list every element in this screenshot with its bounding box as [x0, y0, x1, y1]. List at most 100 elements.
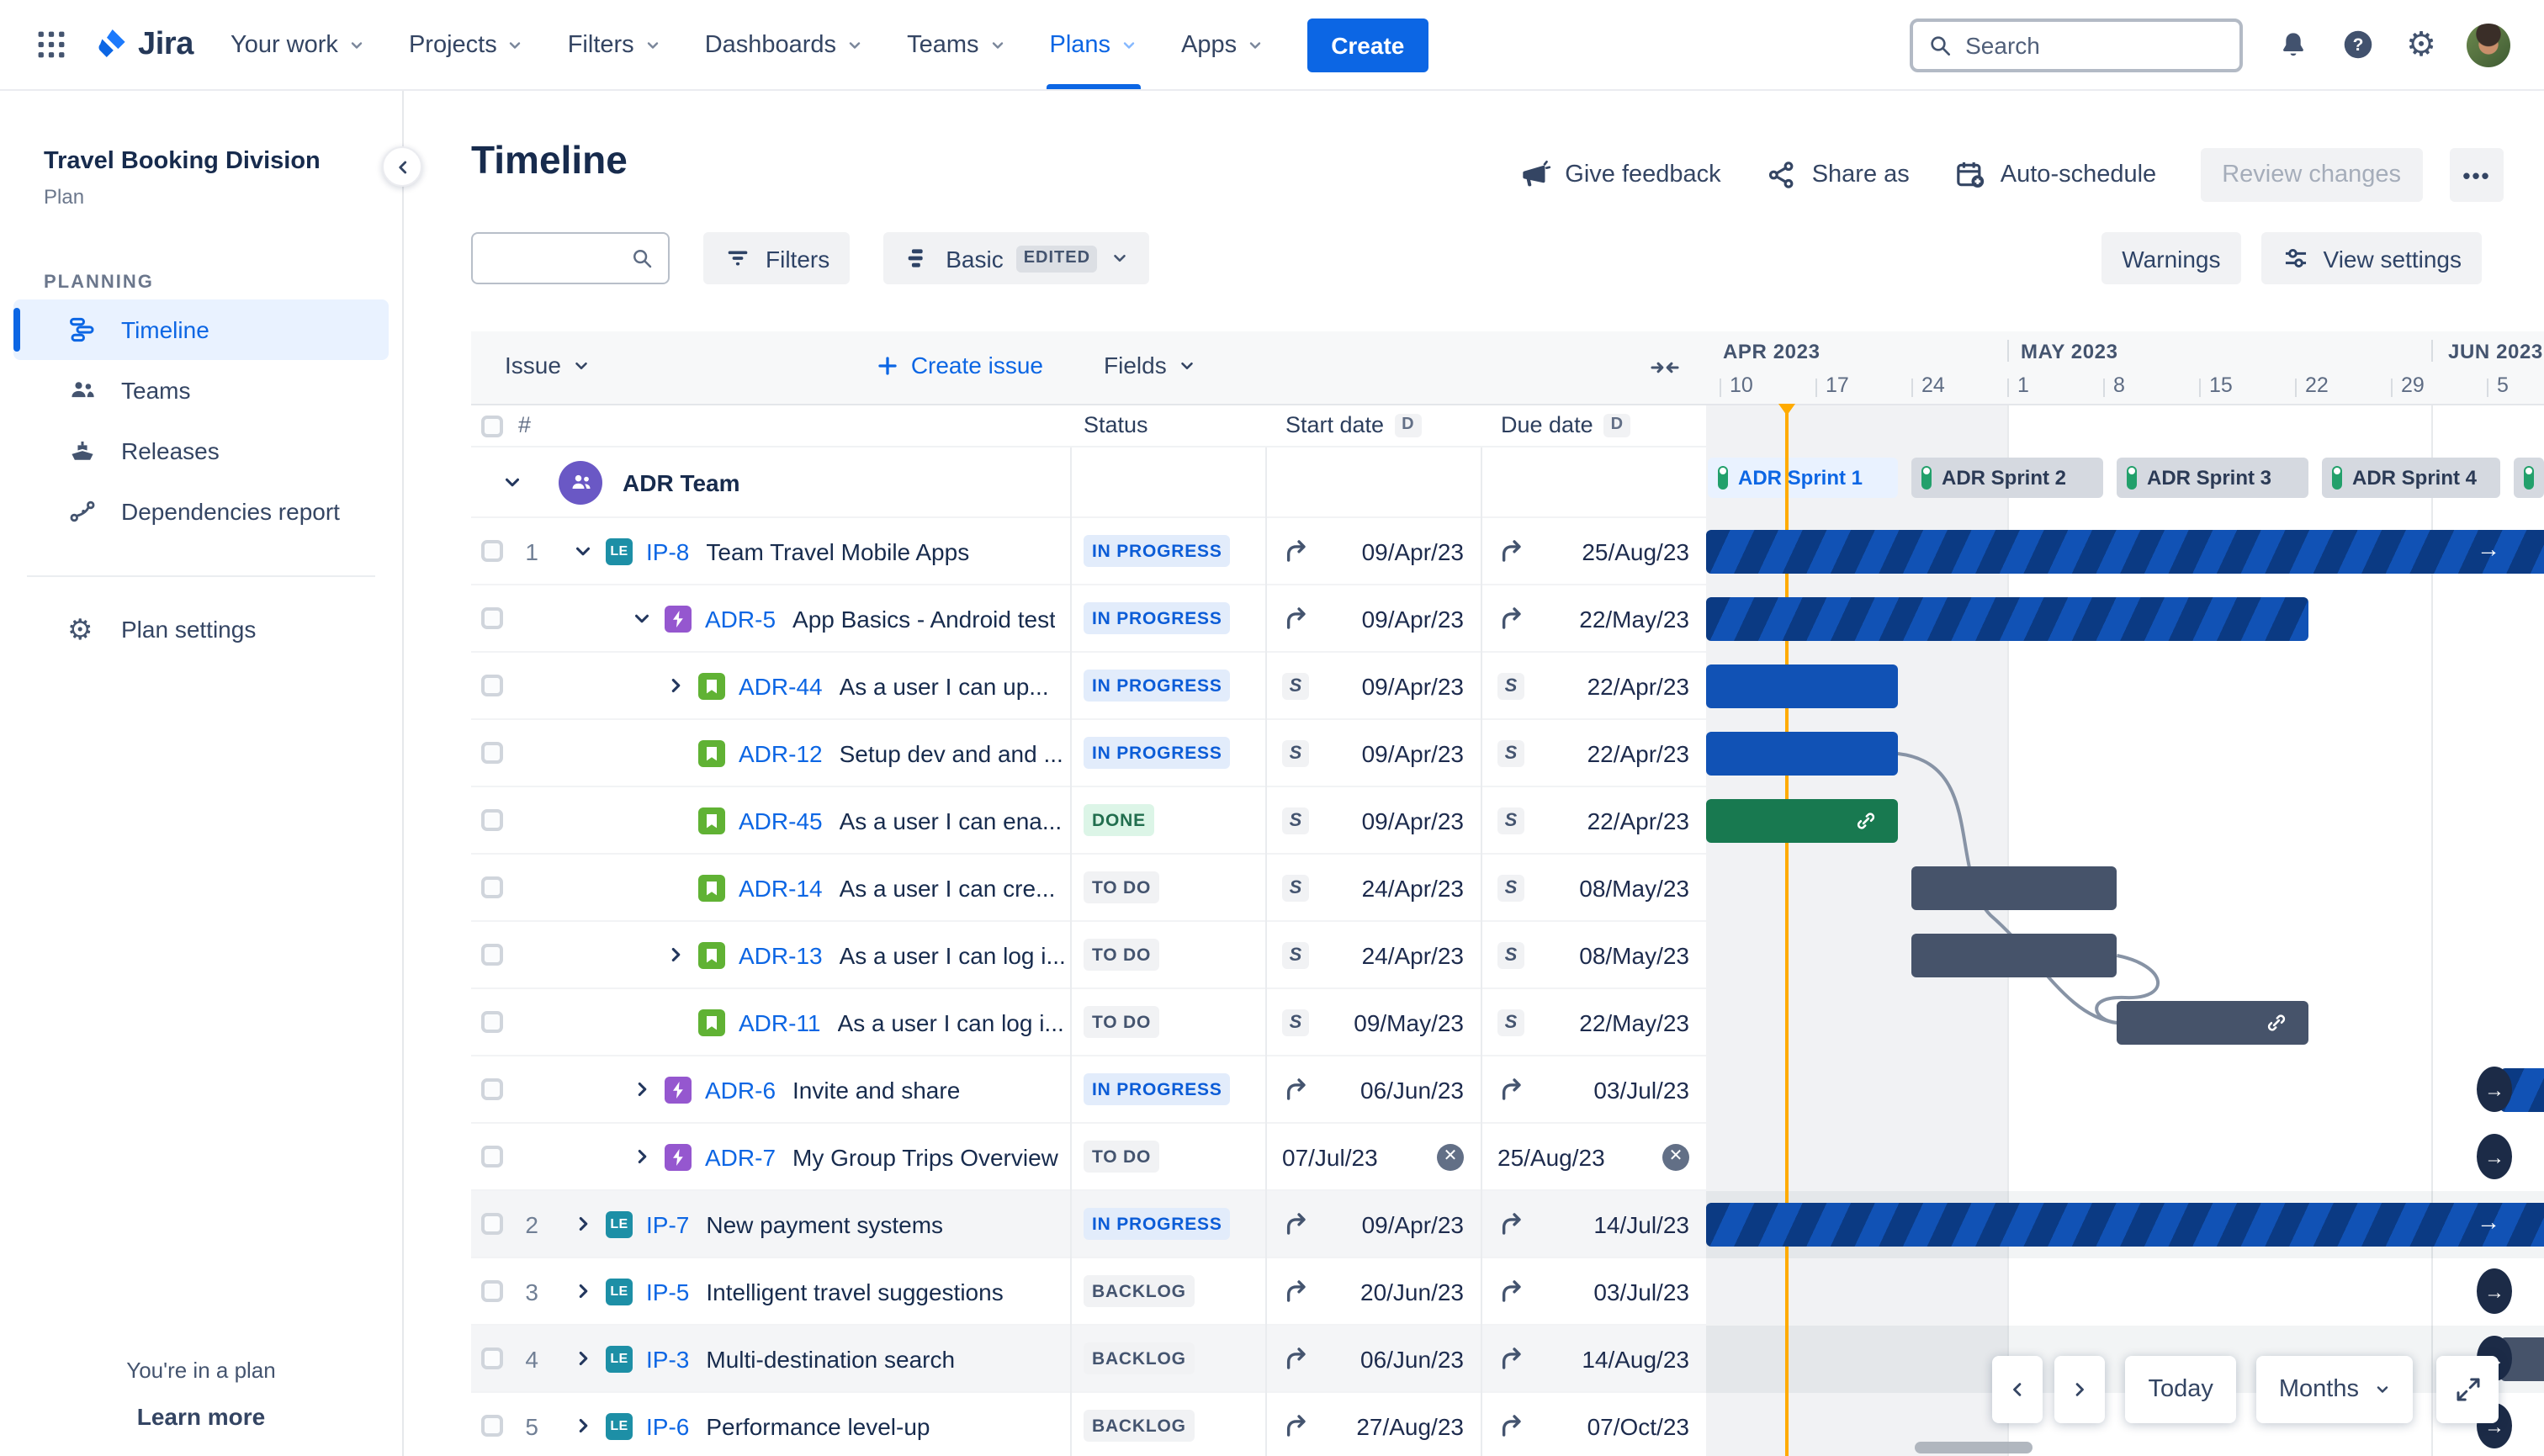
gantt-bar-ip-7[interactable]: → — [1706, 1203, 2544, 1247]
issue-key-link[interactable]: ADR-7 — [705, 1143, 776, 1170]
issue-key-link[interactable]: IP-8 — [646, 537, 689, 564]
remove-date-icon[interactable]: ✕ — [1662, 1143, 1689, 1170]
nav-item-your-work[interactable]: Your work — [231, 0, 365, 89]
gantt-bar-adr-14[interactable] — [1911, 866, 2117, 910]
sprint-chip[interactable]: ADR Sprint 2 — [1911, 458, 2103, 498]
sidebar-item-timeline[interactable]: Timeline — [13, 299, 389, 360]
row-checkbox[interactable] — [481, 1415, 503, 1437]
view-mode-button[interactable]: Basic EDITED — [883, 232, 1150, 284]
review-changes-button[interactable]: Review changes — [2200, 148, 2423, 202]
learn-more-link[interactable]: Learn more — [0, 1402, 402, 1429]
issue-key-link[interactable]: ADR-14 — [739, 874, 823, 901]
chevron-down-icon[interactable] — [628, 605, 655, 632]
nav-item-dashboards[interactable]: Dashboards — [705, 0, 863, 89]
issue-key-link[interactable]: ADR-6 — [705, 1076, 776, 1103]
sprint-chip[interactable]: ADR Sprint 5 — [2514, 458, 2544, 498]
row-checkbox[interactable] — [481, 809, 503, 831]
today-button[interactable]: Today — [2124, 1355, 2237, 1422]
chevron-down-icon[interactable] — [498, 469, 525, 495]
search-input[interactable] — [1965, 31, 2227, 58]
sprint-chip[interactable]: ADR Sprint 4 — [2322, 458, 2500, 498]
give-feedback-button[interactable]: Give feedback — [1518, 158, 1721, 192]
offscreen-indicator[interactable]: → — [2477, 1268, 2512, 1314]
sidebar-collapse-button[interactable] — [382, 146, 422, 187]
gantt-bar-adr-5[interactable] — [1706, 597, 2309, 641]
notifications-icon[interactable] — [2276, 28, 2310, 61]
chevron-right-icon[interactable] — [569, 1412, 596, 1439]
row-checkbox[interactable] — [481, 876, 503, 898]
zoom-level-dropdown[interactable]: Months — [2256, 1355, 2413, 1422]
nav-item-filters[interactable]: Filters — [568, 0, 661, 89]
auto-schedule-button[interactable]: Auto-schedule — [1953, 158, 2156, 192]
horizontal-scrollbar[interactable] — [1915, 1441, 2033, 1453]
issue-key-link[interactable]: IP-3 — [646, 1345, 689, 1372]
row-checkbox[interactable] — [481, 1347, 503, 1369]
help-icon[interactable]: ? — [2340, 27, 2376, 62]
create-issue-button[interactable]: Create issue — [876, 352, 1043, 379]
row-checkbox[interactable] — [481, 1011, 503, 1033]
chevron-right-icon[interactable] — [569, 1210, 596, 1237]
chevron-right-icon[interactable] — [569, 1278, 596, 1305]
nav-item-apps[interactable]: Apps — [1181, 0, 1264, 89]
global-search[interactable] — [1910, 18, 2244, 71]
sidebar-item-dependencies-report[interactable]: Dependencies report — [13, 481, 389, 542]
sprint-chip[interactable]: ADR Sprint 1 — [1708, 458, 1898, 498]
row-checkbox[interactable] — [481, 540, 503, 562]
issue-key-link[interactable]: ADR-45 — [739, 807, 823, 834]
row-checkbox[interactable] — [481, 675, 503, 696]
sprint-chip[interactable]: ADR Sprint 3 — [2117, 458, 2308, 498]
chevron-right-icon[interactable] — [661, 941, 688, 968]
row-checkbox[interactable] — [481, 1280, 503, 1302]
collapse-fields-icon[interactable] — [1649, 352, 1681, 384]
remove-date-icon[interactable]: ✕ — [1437, 1143, 1464, 1170]
sidebar-item-teams[interactable]: Teams — [13, 360, 389, 421]
issue-key-link[interactable]: ADR-5 — [705, 605, 776, 632]
gantt-bar-adr-44[interactable] — [1706, 664, 1898, 708]
fields-dropdown[interactable]: Fields — [1104, 352, 1197, 379]
chevron-right-icon[interactable] — [628, 1143, 655, 1170]
issue-key-link[interactable]: ADR-44 — [739, 672, 823, 699]
nav-item-teams[interactable]: Teams — [907, 0, 1005, 89]
row-checkbox[interactable] — [481, 607, 503, 629]
issue-key-link[interactable]: IP-6 — [646, 1412, 689, 1439]
warnings-button[interactable]: Warnings — [2101, 232, 2241, 284]
prev-period-button[interactable] — [1991, 1355, 2043, 1422]
chevron-right-icon[interactable] — [628, 1076, 655, 1103]
select-all-checkbox[interactable] — [481, 416, 503, 437]
issue-key-link[interactable]: IP-7 — [646, 1210, 689, 1237]
more-options-button[interactable]: ••• — [2450, 148, 2504, 202]
gantt-bar-ip-8[interactable]: → — [1706, 530, 2544, 574]
jira-logo[interactable]: Jira — [91, 25, 193, 64]
issue-key-link[interactable]: ADR-12 — [739, 739, 823, 766]
chevron-down-icon[interactable] — [569, 537, 596, 564]
issue-column-header[interactable]: Issue — [505, 352, 591, 379]
share-as-button[interactable]: Share as — [1765, 158, 1910, 192]
issue-search-input[interactable] — [486, 245, 629, 272]
gantt-bar-adr-12[interactable] — [1706, 732, 1898, 776]
row-checkbox[interactable] — [481, 1146, 503, 1167]
offscreen-indicator[interactable]: → — [2477, 1067, 2512, 1112]
sidebar-item-releases[interactable]: Releases — [13, 421, 389, 481]
row-checkbox[interactable] — [481, 742, 503, 764]
fullscreen-button[interactable] — [2436, 1355, 2499, 1422]
issue-key-link[interactable]: ADR-13 — [739, 941, 823, 968]
create-button[interactable]: Create — [1307, 18, 1428, 71]
nav-item-projects[interactable]: Projects — [409, 0, 524, 89]
view-settings-button[interactable]: View settings — [2260, 232, 2482, 284]
settings-icon[interactable]: ⚙ — [2406, 28, 2436, 61]
nav-item-plans[interactable]: Plans — [1046, 0, 1142, 89]
issue-key-link[interactable]: IP-5 — [646, 1278, 689, 1305]
row-checkbox[interactable] — [481, 1078, 503, 1100]
row-checkbox[interactable] — [481, 944, 503, 966]
issue-key-link[interactable]: ADR-11 — [739, 1009, 821, 1035]
chevron-right-icon[interactable] — [661, 672, 688, 699]
gantt-bar-adr-13[interactable] — [1911, 934, 2117, 977]
filters-button[interactable]: Filters — [703, 232, 851, 284]
app-switcher-icon[interactable] — [27, 21, 74, 68]
chevron-right-icon[interactable] — [569, 1345, 596, 1372]
offscreen-indicator[interactable]: → — [2477, 1134, 2512, 1179]
sidebar-item-plan-settings[interactable]: ⚙ Plan settings — [13, 599, 389, 659]
row-checkbox[interactable] — [481, 1213, 503, 1235]
user-avatar[interactable] — [2467, 23, 2510, 66]
next-period-button[interactable] — [2054, 1355, 2105, 1422]
